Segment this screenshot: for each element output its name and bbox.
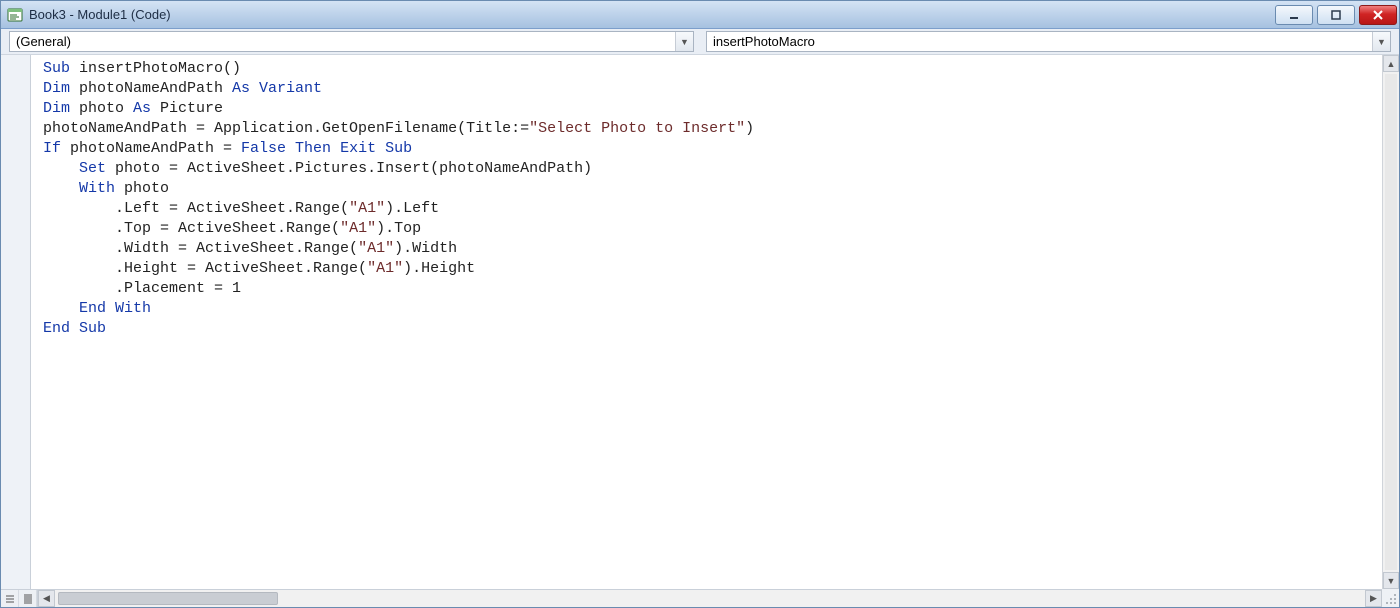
scroll-up-icon: ▲ xyxy=(1387,59,1396,69)
code-token: photo xyxy=(79,100,133,117)
procedure-dropdown-value: insertPhotoMacro xyxy=(707,34,1372,49)
status-bar: ◀ ▶ xyxy=(1,589,1399,607)
code-token-str: "Select Photo to Insert" xyxy=(529,120,745,137)
horizontal-scroll-thumb[interactable] xyxy=(58,592,278,605)
margin-indicator-bar[interactable] xyxy=(1,55,31,589)
dropdown-row: (General) ▼ insertPhotoMacro ▼ xyxy=(1,29,1399,55)
maximize-button[interactable] xyxy=(1317,5,1355,25)
code-line: Dim photo As Picture xyxy=(43,99,1397,119)
code-token: ).Width xyxy=(394,240,457,257)
chevron-down-icon: ▼ xyxy=(1372,32,1390,51)
code-token-str: "A1" xyxy=(349,200,385,217)
code-token: .Height = ActiveSheet.Range( xyxy=(43,260,367,277)
close-icon xyxy=(1372,9,1384,21)
code-token: Picture xyxy=(160,100,223,117)
code-token-kw: Dim xyxy=(43,100,79,117)
window-title: Book3 - Module1 (Code) xyxy=(29,7,1275,22)
code-token-kw: As xyxy=(133,100,160,117)
scroll-left-icon: ◀ xyxy=(43,593,50,604)
chevron-down-icon: ▼ xyxy=(675,32,693,51)
code-line: .Placement = 1 xyxy=(43,279,1397,299)
maximize-icon xyxy=(1330,9,1342,21)
code-line: Dim photoNameAndPath As Variant xyxy=(43,79,1397,99)
client-area: Sub insertPhotoMacro()Dim photoNameAndPa… xyxy=(1,55,1399,589)
code-line: Set photo = ActiveSheet.Pictures.Insert(… xyxy=(43,159,1397,179)
code-token: photoNameAndPath = Application.GetOpenFi… xyxy=(43,120,529,137)
title-bar[interactable]: Book3 - Module1 (Code) xyxy=(1,1,1399,29)
horizontal-scrollbar[interactable]: ◀ ▶ xyxy=(38,590,1382,607)
code-token-kw: If xyxy=(43,140,70,157)
code-token: .Width = ActiveSheet.Range( xyxy=(43,240,358,257)
code-line: With photo xyxy=(43,179,1397,199)
object-dropdown[interactable]: (General) ▼ xyxy=(9,31,694,52)
view-full-module-icon xyxy=(22,593,34,605)
code-token: ).Left xyxy=(385,200,439,217)
view-toggle-group xyxy=(1,590,38,607)
code-token-kw: Sub xyxy=(43,60,79,77)
vertical-scrollbar[interactable]: ▲ ▼ xyxy=(1382,55,1399,589)
size-grip[interactable] xyxy=(1382,589,1399,607)
window-controls xyxy=(1275,5,1397,25)
code-token: photo = ActiveSheet.Pictures.Insert(phot… xyxy=(115,160,592,177)
scroll-right-icon: ▶ xyxy=(1370,593,1377,604)
scroll-left-button[interactable]: ◀ xyxy=(38,590,55,607)
code-token-kw: End With xyxy=(79,300,151,317)
code-line: .Width = ActiveSheet.Range("A1").Width xyxy=(43,239,1397,259)
code-token: ) xyxy=(745,120,754,137)
code-editor[interactable]: Sub insertPhotoMacro()Dim photoNameAndPa… xyxy=(31,55,1399,589)
size-grip-icon xyxy=(1385,593,1397,605)
code-token-str: "A1" xyxy=(340,220,376,237)
code-token: ).Top xyxy=(376,220,421,237)
code-line: End Sub xyxy=(43,319,1397,339)
code-token: .Placement = 1 xyxy=(43,280,241,297)
code-token: insertPhotoMacro() xyxy=(79,60,241,77)
module-icon xyxy=(7,7,23,23)
code-token: .Left = ActiveSheet.Range( xyxy=(43,200,349,217)
procedure-dropdown[interactable]: insertPhotoMacro ▼ xyxy=(706,31,1391,52)
code-token-kw: Dim xyxy=(43,80,79,97)
code-token: ).Height xyxy=(403,260,475,277)
code-line: .Height = ActiveSheet.Range("A1").Height xyxy=(43,259,1397,279)
code-line: .Left = ActiveSheet.Range("A1").Left xyxy=(43,199,1397,219)
code-line: Sub insertPhotoMacro() xyxy=(43,59,1397,79)
code-line: photoNameAndPath = Application.GetOpenFi… xyxy=(43,119,1397,139)
full-module-view-button[interactable] xyxy=(19,590,37,607)
code-token: photoNameAndPath = xyxy=(70,140,241,157)
procedure-view-button[interactable] xyxy=(1,590,19,607)
view-procedure-icon xyxy=(4,593,16,605)
code-token-kw: As Variant xyxy=(232,80,322,97)
code-token: .Top = ActiveSheet.Range( xyxy=(43,220,340,237)
code-line: End With xyxy=(43,299,1397,319)
code-line: .Top = ActiveSheet.Range("A1").Top xyxy=(43,219,1397,239)
code-token: photo xyxy=(124,180,169,197)
scroll-down-icon: ▼ xyxy=(1387,576,1396,586)
minimize-icon xyxy=(1288,9,1300,21)
code-token: photoNameAndPath xyxy=(79,80,232,97)
code-token-str: "A1" xyxy=(367,260,403,277)
code-line: If photoNameAndPath = False Then Exit Su… xyxy=(43,139,1397,159)
minimize-button[interactable] xyxy=(1275,5,1313,25)
code-token xyxy=(43,300,79,317)
code-pane: Sub insertPhotoMacro()Dim photoNameAndPa… xyxy=(31,55,1399,589)
code-token xyxy=(43,180,79,197)
object-dropdown-value: (General) xyxy=(10,34,675,49)
code-window: Book3 - Module1 (Code) (Gener xyxy=(0,0,1400,608)
code-token-kw: With xyxy=(79,180,124,197)
close-button[interactable] xyxy=(1359,5,1397,25)
code-token xyxy=(43,160,79,177)
code-token-kw: End Sub xyxy=(43,320,106,337)
scroll-up-button[interactable]: ▲ xyxy=(1383,55,1399,72)
scroll-down-button[interactable]: ▼ xyxy=(1383,572,1399,589)
code-token-kw: Set xyxy=(79,160,115,177)
vertical-scroll-thumb[interactable] xyxy=(1385,74,1397,570)
scroll-right-button[interactable]: ▶ xyxy=(1365,590,1382,607)
code-token-str: "A1" xyxy=(358,240,394,257)
code-token-kw: False Then Exit Sub xyxy=(241,140,412,157)
